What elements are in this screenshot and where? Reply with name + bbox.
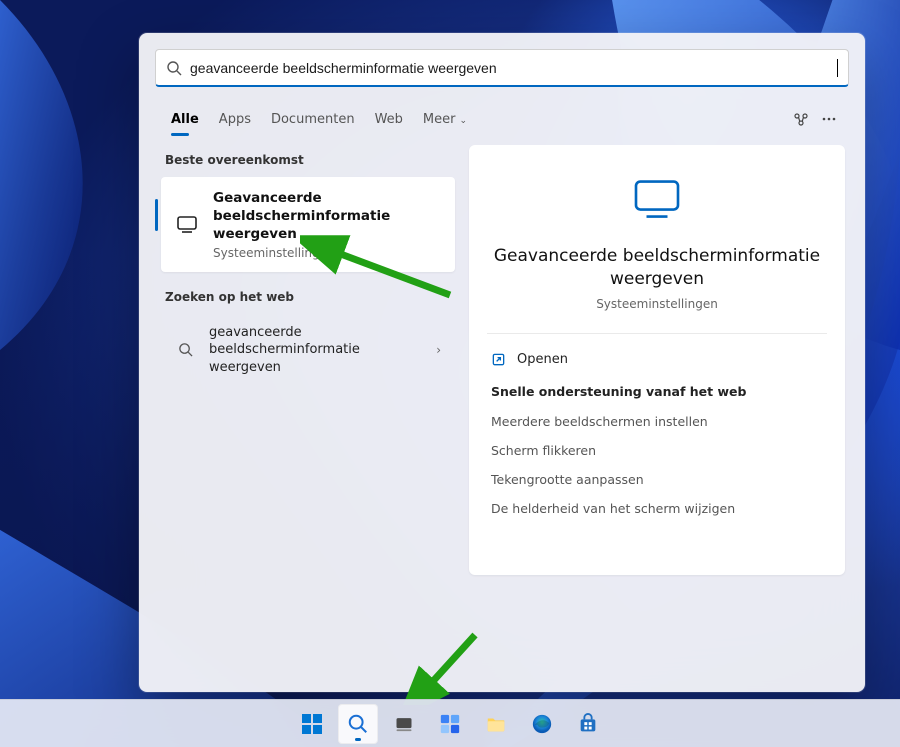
preview-subtitle: Systeeminstellingen: [489, 297, 825, 311]
tab-documents[interactable]: Documenten: [261, 106, 365, 133]
chevron-down-icon: ⌄: [459, 116, 467, 126]
widgets-button[interactable]: [430, 704, 470, 744]
store-button[interactable]: [568, 704, 608, 744]
help-link[interactable]: Tekengrootte aanpassen: [489, 465, 825, 494]
start-button[interactable]: [292, 704, 332, 744]
help-link[interactable]: Meerdere beeldschermen instellen: [489, 407, 825, 436]
chevron-right-icon: ›: [436, 343, 441, 357]
quick-action-icon[interactable]: [787, 105, 815, 133]
display-icon-large: [489, 171, 825, 227]
edge-button[interactable]: [522, 704, 562, 744]
web-result-label: geavanceerde beeldscherminformatie weerg…: [209, 324, 422, 377]
result-preview-card: Geavanceerde beeldscherminformatie weerg…: [469, 145, 845, 575]
more-options-icon[interactable]: [815, 105, 843, 133]
web-result-item[interactable]: geavanceerde beeldscherminformatie weerg…: [161, 314, 455, 387]
file-explorer-button[interactable]: [476, 704, 516, 744]
best-match-subtitle: Systeeminstellingen: [213, 246, 441, 260]
preview-column: Geavanceerde beeldscherminformatie weerg…: [459, 145, 849, 692]
search-button[interactable]: [338, 704, 378, 744]
best-match-title: Geavanceerdebeeldscherminformatie weerge…: [213, 189, 441, 244]
start-search-panel: Alle Apps Documenten Web Meer⌄ Beste ove…: [139, 33, 865, 692]
preview-title: Geavanceerde beeldscherminformatie weerg…: [489, 245, 825, 291]
tab-web[interactable]: Web: [365, 106, 413, 133]
search-input[interactable]: [182, 60, 837, 76]
divider: [487, 333, 827, 334]
taskbar: [0, 699, 900, 747]
open-external-icon: [491, 352, 507, 368]
text-caret: [837, 59, 838, 77]
display-icon: [175, 210, 199, 238]
best-match-header: Beste overeenkomst: [165, 153, 451, 167]
results-column: Beste overeenkomst Geavanceerdebeeldsche…: [155, 145, 459, 692]
search-icon: [166, 60, 182, 76]
search-box[interactable]: [155, 49, 849, 87]
web-search-header: Zoeken op het web: [165, 290, 451, 304]
open-action[interactable]: Openen: [489, 346, 825, 374]
search-filter-tabs: Alle Apps Documenten Web Meer⌄: [155, 105, 849, 133]
task-view-button[interactable]: [384, 704, 424, 744]
best-match-result[interactable]: Geavanceerdebeeldscherminformatie weerge…: [161, 177, 455, 272]
help-header: Snelle ondersteuning vanaf het web: [491, 384, 823, 399]
tab-all[interactable]: Alle: [161, 106, 209, 133]
help-link[interactable]: Scherm flikkeren: [489, 436, 825, 465]
open-label: Openen: [517, 352, 568, 367]
tab-more[interactable]: Meer⌄: [413, 106, 477, 133]
search-icon: [175, 340, 195, 360]
help-link[interactable]: De helderheid van het scherm wijzigen: [489, 494, 825, 523]
tab-apps[interactable]: Apps: [209, 106, 261, 133]
